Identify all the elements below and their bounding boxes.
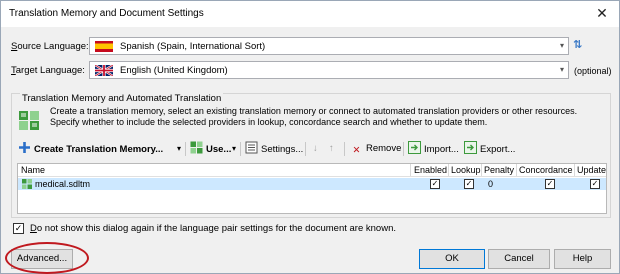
target-language-label: Target Language: (11, 65, 85, 76)
dont-show-label: Do not show this dialog again if the lan… (30, 223, 396, 234)
ok-button[interactable]: OK (419, 249, 485, 269)
window-title: Translation Memory and Document Settings (9, 8, 204, 19)
update-checkbox[interactable]: ✓ (590, 179, 600, 189)
column-divider (448, 164, 449, 176)
optional-note: (optional) (574, 66, 612, 76)
toolbar-separator (305, 142, 306, 156)
title-bar: Translation Memory and Document Settings… (1, 1, 619, 27)
spain-flag-icon (95, 41, 113, 52)
close-button[interactable]: ✕ (591, 3, 613, 23)
import-button[interactable]: Import... (408, 141, 459, 157)
source-language-label: Source Language: (11, 41, 89, 52)
tm-group-box: Translation Memory and Automated Transla… (11, 93, 611, 218)
highlight-circle (5, 242, 89, 274)
uk-flag-icon (95, 65, 113, 76)
remove-button[interactable]: ✕ Remove (350, 141, 402, 157)
chevron-down-icon[interactable]: ▾ (560, 41, 564, 50)
toolbar-separator (240, 142, 241, 156)
column-header-enabled[interactable]: Enabled (414, 165, 447, 175)
chevron-down-icon[interactable]: ▾ (560, 65, 564, 74)
create-tm-button[interactable]: Create Translation Memory... (18, 141, 163, 157)
group-title: Translation Memory and Automated Transla… (20, 93, 224, 104)
enabled-checkbox[interactable]: ✓ (430, 179, 440, 189)
column-divider (410, 164, 411, 176)
target-language-select[interactable]: English (United Kingdom) ▾ (89, 61, 569, 79)
toolbar-separator (403, 142, 404, 156)
settings-icon (245, 141, 258, 154)
dont-show-checkbox[interactable]: ✓ (13, 223, 24, 234)
use-button[interactable]: Use... (190, 141, 231, 157)
toolbar-separator (344, 142, 345, 156)
concordance-checkbox[interactable]: ✓ (545, 179, 555, 189)
source-language-select[interactable]: Spanish (Spain, International Sort) ▾ (89, 37, 569, 55)
group-description: Create a translation memory, select an e… (50, 106, 578, 127)
column-header-penalty[interactable]: Penalty (484, 165, 514, 175)
settings-button[interactable]: Settings... (245, 141, 303, 157)
column-header-lookup[interactable]: Lookup (451, 165, 481, 175)
use-tm-icon (190, 141, 203, 154)
export-icon (464, 141, 477, 154)
column-divider (574, 164, 575, 176)
column-divider (481, 164, 482, 176)
column-header-name[interactable]: Name (21, 165, 45, 175)
grid-header: Name Enabled Lookup Penalty Concordance … (18, 164, 606, 177)
cancel-button[interactable]: Cancel (488, 249, 550, 269)
create-dropdown-icon[interactable]: ▾ (177, 141, 181, 157)
move-up-icon[interactable]: ↑ (329, 141, 334, 157)
source-language-value: Spanish (Spain, International Sort) (120, 41, 266, 52)
plus-icon (18, 141, 31, 154)
toolbar-separator (185, 142, 186, 156)
translation-memory-icon (18, 108, 42, 132)
penalty-value[interactable]: 0 (488, 178, 493, 190)
target-language-value: English (United Kingdom) (120, 65, 228, 76)
dialog-window: Translation Memory and Document Settings… (0, 0, 620, 274)
tm-toolbar: Create Translation Memory... ▾ Use... ▾ … (18, 140, 608, 158)
remove-icon: ✕ (352, 145, 361, 156)
tm-grid[interactable]: Name Enabled Lookup Penalty Concordance … (17, 163, 607, 214)
table-row[interactable]: medical.sdltm ✓ ✓ 0 ✓ ✓ (18, 178, 606, 190)
import-icon (408, 141, 421, 154)
column-divider (516, 164, 517, 176)
column-header-update[interactable]: Update (577, 165, 606, 175)
tm-name: medical.sdltm (35, 179, 91, 189)
column-header-concordance[interactable]: Concordance (519, 165, 573, 175)
tm-file-icon (22, 179, 32, 192)
use-dropdown-icon[interactable]: ▾ (232, 141, 236, 157)
lookup-checkbox[interactable]: ✓ (464, 179, 474, 189)
help-button[interactable]: Help (554, 249, 611, 269)
move-down-icon[interactable]: ↓ (313, 141, 318, 157)
export-button[interactable]: Export... (464, 141, 515, 157)
swap-languages-icon[interactable]: ⇅ (573, 38, 583, 52)
